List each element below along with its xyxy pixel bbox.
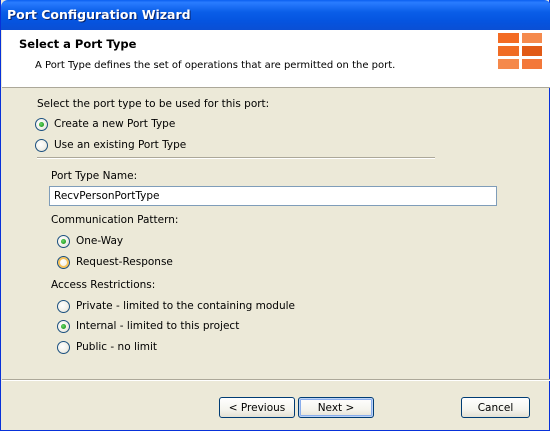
window-title: Port Configuration Wizard [7, 7, 191, 22]
private-access-radio[interactable]: Private - limited to the containing modu… [57, 298, 295, 314]
wizard-header: Select a Port Type A Port Type defines t… [2, 30, 550, 88]
radio-unchecked-icon [57, 340, 70, 354]
button-bar-divider [2, 379, 550, 381]
radio-checked-icon [57, 319, 70, 333]
radio-label: Internal - limited to this project [76, 320, 240, 332]
create-new-port-type-radio[interactable]: Create a new Port Type [35, 116, 175, 132]
public-access-radio[interactable]: Public - no limit [57, 339, 157, 355]
one-way-radio[interactable]: One-Way [57, 233, 123, 249]
page-title: Select a Port Type [19, 37, 137, 51]
access-restrictions-label: Access Restrictions: [51, 279, 156, 291]
port-type-name-input[interactable]: RecvPersonPortType [49, 186, 497, 206]
radio-label: Request-Response [76, 256, 173, 268]
section-divider [37, 157, 435, 159]
radio-label: Use an existing Port Type [54, 139, 187, 151]
use-existing-port-type-radio[interactable]: Use an existing Port Type [35, 137, 186, 153]
next-button[interactable]: Next > [298, 397, 374, 418]
wizard-window: Port Configuration Wizard Select a Port … [0, 0, 550, 431]
radio-checked-icon [57, 234, 70, 248]
radio-label: Private - limited to the containing modu… [76, 300, 295, 312]
radio-label: One-Way [76, 235, 124, 247]
port-type-choice-label: Select the port type to be used for this… [37, 98, 270, 110]
radio-unchecked-icon [57, 255, 70, 269]
radio-unchecked-icon [35, 138, 48, 152]
radio-label: Create a new Port Type [54, 118, 176, 130]
cancel-button[interactable]: Cancel [461, 397, 530, 418]
biztalk-logo-icon [498, 33, 544, 69]
port-type-name-label: Port Type Name: [51, 170, 138, 182]
radio-unchecked-icon [57, 299, 70, 313]
communication-pattern-label: Communication Pattern: [51, 214, 179, 226]
page-subtitle: A Port Type defines the set of operation… [35, 60, 396, 71]
radio-checked-icon [35, 117, 48, 131]
previous-button[interactable]: < Previous [219, 397, 295, 418]
internal-access-radio[interactable]: Internal - limited to this project [57, 318, 239, 334]
radio-label: Public - no limit [76, 341, 158, 353]
title-bar[interactable]: Port Configuration Wizard [1, 0, 550, 30]
request-response-radio[interactable]: Request-Response [57, 254, 173, 270]
